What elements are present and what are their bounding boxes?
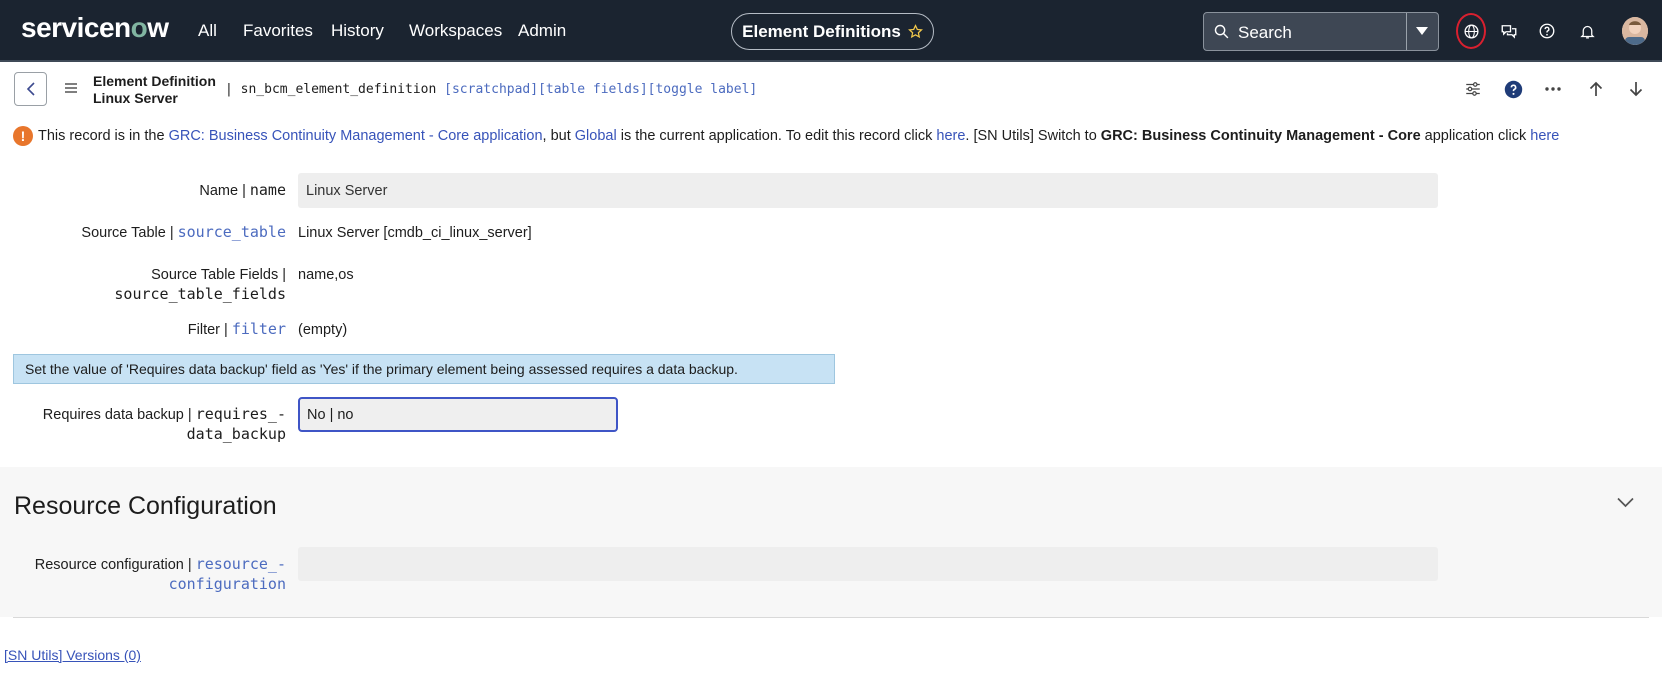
form-help-icon[interactable] xyxy=(1502,78,1524,100)
app-scope-link[interactable]: GRC: Business Continuity Management - Co… xyxy=(169,128,470,144)
source-table-fields-code: source_table_fields xyxy=(114,285,286,303)
chevron-down-icon[interactable] xyxy=(1617,497,1634,508)
source-table-fields-label-text: Source Table Fields | xyxy=(151,267,286,283)
nav-all[interactable]: All xyxy=(198,21,217,41)
source-table-fields-label: Source Table Fields | source_table_fields xyxy=(60,266,286,304)
requires-data-backup-code-1: requires_- xyxy=(195,405,286,423)
globe-icon xyxy=(1463,23,1479,39)
switch-app-name: GRC: Business Continuity Management - Co… xyxy=(1100,128,1421,144)
info-text-4: . [SN Utils] Switch to xyxy=(965,128,1101,144)
nav-favorites[interactable]: Favorites xyxy=(243,21,313,41)
name-input[interactable]: Linux Server xyxy=(298,173,1438,208)
top-navigation-bar: servicenow All Favorites History Workspa… xyxy=(0,0,1662,62)
more-options-icon[interactable] xyxy=(1542,78,1564,100)
sn-utils-versions-link[interactable]: [SN Utils] Versions (0) xyxy=(4,647,141,663)
app-suffix-text: application xyxy=(469,128,543,144)
logo-text-end: w xyxy=(147,12,169,43)
filter-label: Filter | filter xyxy=(100,320,286,340)
requires-data-backup-label: Requires data backup | requires_- data_ba… xyxy=(20,405,286,444)
resource-configuration-label: Resource configuration | resource_-confi… xyxy=(10,555,286,594)
info-text-5: application click xyxy=(1420,128,1531,144)
global-search[interactable]: Search xyxy=(1203,12,1439,51)
scratchpad-link[interactable]: [scratchpad] xyxy=(444,82,538,97)
logo-text-o: o xyxy=(130,12,148,43)
global-scope-link[interactable]: Global xyxy=(575,128,617,144)
notification-bell-icon[interactable] xyxy=(1576,20,1598,42)
table-fields-link[interactable]: [table fields] xyxy=(538,82,648,97)
context-title-pill[interactable]: Element Definitions xyxy=(731,13,934,50)
source-table-value[interactable]: Linux Server [cmdb_ci_linux_server] xyxy=(298,225,532,241)
chat-icon[interactable] xyxy=(1498,20,1520,42)
context-title: Element Definitions xyxy=(742,21,901,41)
context-menu-icon[interactable] xyxy=(64,82,78,94)
info-text-3: is the current application. To edit this… xyxy=(616,128,937,144)
requires-data-backup-label-text: Requires data backup | xyxy=(42,407,196,423)
warning-icon: ! xyxy=(13,126,33,146)
requires-data-backup-code-2: data_backup xyxy=(186,425,286,443)
requires-data-backup-select[interactable]: No | no xyxy=(298,397,618,432)
nav-admin[interactable]: Admin xyxy=(518,21,566,41)
resource-configuration-label-text: Resource configuration | xyxy=(34,557,196,573)
servicenow-logo[interactable]: servicenow xyxy=(21,12,169,44)
info-message: ! This record is in the GRC: Business Co… xyxy=(0,123,1662,151)
resource-configuration-section: Resource Configuration Resource configur… xyxy=(0,467,1662,618)
table-name: | sn_bcm_element_definition xyxy=(225,82,437,97)
filter-value: (empty) xyxy=(298,322,348,338)
chevron-left-icon xyxy=(26,82,35,96)
scope-globe-button[interactable] xyxy=(1456,13,1486,49)
resource-configuration-input[interactable] xyxy=(298,547,1438,581)
star-icon[interactable] xyxy=(907,24,923,39)
personalize-form-icon[interactable] xyxy=(1462,78,1484,100)
resource-configuration-code-2[interactable]: configuration xyxy=(10,575,286,594)
field-hint-banner: Set the value of 'Requires data backup' … xyxy=(13,354,835,384)
caret-down-icon[interactable] xyxy=(1416,27,1428,36)
back-button[interactable] xyxy=(14,72,47,106)
search-input[interactable]: Search xyxy=(1238,23,1292,43)
help-icon[interactable] xyxy=(1536,20,1558,42)
previous-record-icon[interactable] xyxy=(1585,78,1607,100)
user-avatar[interactable] xyxy=(1622,17,1648,45)
section-divider xyxy=(13,617,1649,618)
logo-text-start: servicen xyxy=(21,12,131,43)
info-text-1: This record is in the xyxy=(38,128,169,144)
source-table-field-code[interactable]: source_table xyxy=(178,223,286,241)
nav-history[interactable]: History xyxy=(331,21,384,41)
source-table-label: Source Table | source_table xyxy=(40,223,286,243)
name-label-text: Name | xyxy=(199,183,250,199)
filter-field-code[interactable]: filter xyxy=(232,320,286,338)
form-header: Element Definition Linux Server | sn_bcm… xyxy=(0,64,1662,114)
next-record-icon[interactable] xyxy=(1625,78,1647,100)
source-table-fields-value: name,os xyxy=(298,267,354,283)
search-divider xyxy=(1406,13,1407,50)
resource-configuration-code-1[interactable]: resource_- xyxy=(196,555,286,573)
filter-label-text: Filter | xyxy=(187,322,232,338)
name-label: Name | name xyxy=(60,181,286,201)
search-icon xyxy=(1214,24,1229,39)
info-message-text: This record is in the GRC: Business Cont… xyxy=(38,128,1559,144)
record-title: Element Definition Linux Server xyxy=(93,73,216,107)
name-field-code: name xyxy=(249,181,286,199)
edit-here-link[interactable]: here xyxy=(936,128,965,144)
record-title-display: Linux Server xyxy=(93,90,178,106)
section-title: Resource Configuration xyxy=(14,492,277,520)
source-table-label-text: Source Table | xyxy=(81,225,178,241)
toggle-label-link[interactable]: [toggle label] xyxy=(648,82,758,97)
record-title-table: Element Definition xyxy=(93,73,216,89)
nav-workspaces[interactable]: Workspaces xyxy=(409,21,502,41)
sn-utils-toolbar: | sn_bcm_element_definition [scratchpad]… xyxy=(225,82,757,97)
info-text-2: , but xyxy=(542,128,575,144)
switch-here-link[interactable]: here xyxy=(1530,128,1559,144)
